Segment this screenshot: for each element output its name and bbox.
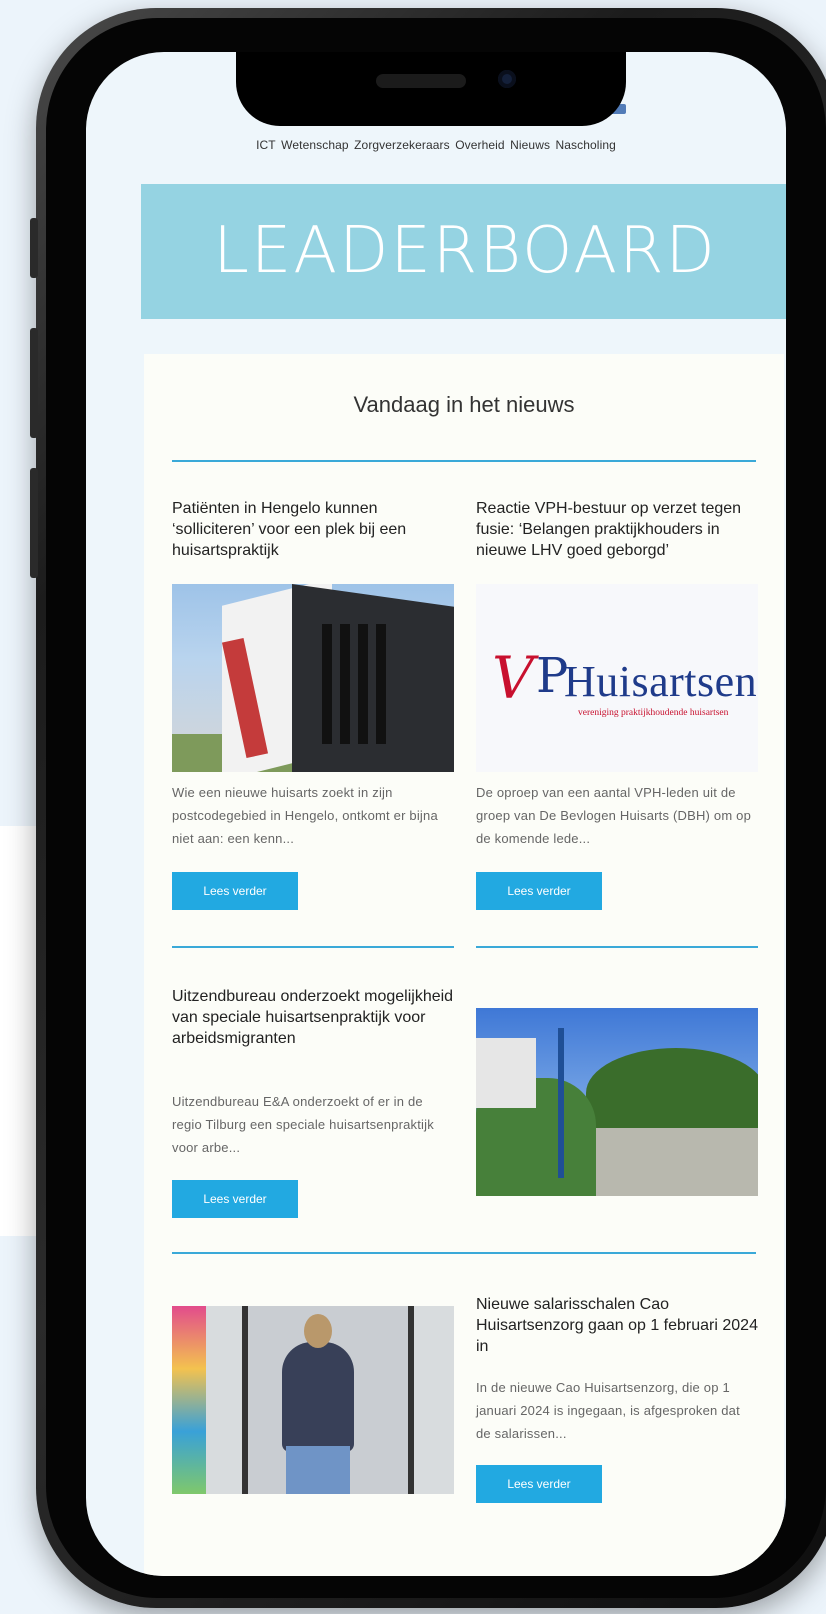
nav-item-wetenschap[interactable]: Wetenschap xyxy=(281,138,349,152)
article-title[interactable]: Patiënten in Hengelo kunnen ‘sollicitere… xyxy=(172,498,454,561)
read-more-button[interactable]: Lees verder xyxy=(476,1465,602,1503)
vph-logo-v: V xyxy=(492,644,534,712)
leaderboard-banner[interactable]: LEADERBOARD xyxy=(141,184,786,319)
phone-notch xyxy=(236,52,626,126)
divider xyxy=(172,1252,756,1254)
divider xyxy=(476,946,758,948)
article-image-vph-logo[interactable]: V P Huisartsen vereniging praktijkhouden… xyxy=(476,584,758,772)
nav-item-nieuws[interactable]: Nieuws xyxy=(510,138,550,152)
nav-item-overheid[interactable]: Overheid xyxy=(455,138,505,152)
article-image-street[interactable] xyxy=(476,1008,758,1196)
volume-down-button xyxy=(30,468,38,578)
article-image-building[interactable] xyxy=(172,584,454,772)
nav-item-nascholing[interactable]: Nascholing xyxy=(556,138,616,152)
volume-up-button xyxy=(30,328,38,438)
article-title[interactable]: Reactie VPH-bestuur op verzet tegen fusi… xyxy=(476,498,758,561)
read-more-button[interactable]: Lees verder xyxy=(476,872,602,910)
news-section: Vandaag in het nieuws Patiënten in Henge… xyxy=(144,354,784,1576)
front-camera-icon xyxy=(498,70,516,88)
phone-frame: ICT Wetenschap Zorgverzekeraars Overheid… xyxy=(30,8,826,1608)
divider xyxy=(172,460,756,462)
article-excerpt: Wie een nieuwe huisarts zoekt in zijn po… xyxy=(172,785,438,846)
section-title: Vandaag in het nieuws xyxy=(353,392,575,417)
article-excerpt: In de nieuwe Cao Huisartsenzorg, die op … xyxy=(476,1380,740,1441)
article-title[interactable]: Nieuwe salarisschalen Cao Huisartsenzorg… xyxy=(476,1294,758,1357)
background-panel xyxy=(0,826,40,1236)
article-title[interactable]: Uitzendbureau onderzoekt mogelijkheid va… xyxy=(172,986,454,1049)
divider xyxy=(172,946,454,948)
read-more-button[interactable]: Lees verder xyxy=(172,872,298,910)
nav-item-zorgverzekeraars[interactable]: Zorgverzekeraars xyxy=(354,138,450,152)
article-image-person-doorway[interactable] xyxy=(172,1306,454,1494)
phone-screen: ICT Wetenschap Zorgverzekeraars Overheid… xyxy=(86,52,786,1576)
mute-switch xyxy=(30,218,38,278)
vph-logo-subtitle: vereniging praktijkhoudende huisartsen xyxy=(578,708,729,718)
vph-logo-word: Huisartsen xyxy=(564,657,758,706)
article-excerpt: Uitzendbureau E&A onderzoekt of er in de… xyxy=(172,1094,434,1155)
article-excerpt: De oproep van een aantal VPH-leden uit d… xyxy=(476,785,752,846)
nav-item-ict[interactable]: ICT xyxy=(256,138,276,152)
read-more-button[interactable]: Lees verder xyxy=(172,1180,298,1218)
main-nav: ICT Wetenschap Zorgverzekeraars Overheid… xyxy=(86,138,786,152)
speaker-grille xyxy=(376,74,466,88)
